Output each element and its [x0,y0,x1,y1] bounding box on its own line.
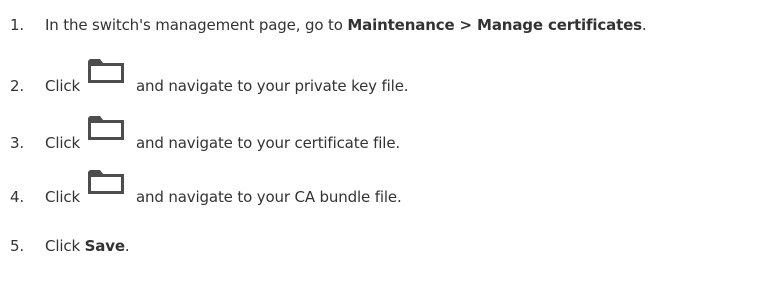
step-4: 4. Click and navigate to your CA bundle … [10,170,402,207]
browse-button[interactable] [86,170,130,202]
step-text-prefix: Click [45,237,85,255]
browse-button[interactable] [86,59,130,91]
step-text-prefix: Click [45,77,80,95]
step-text-suffix: and navigate to your certificate file. [136,134,401,152]
step-text-suffix: and navigate to your CA bundle file. [136,188,402,206]
step-text-suffix: . [124,237,130,255]
step-text: Click and navigate to your private key f… [45,59,409,96]
step-text-suffix: and navigate to your private key file. [136,77,409,95]
step-number: 2. [10,77,25,95]
step-text-suffix: . [641,16,647,34]
step-5: 5. Click Save . [10,236,130,256]
folder-icon [88,59,124,83]
step-3: 3. Click and navigate to your certificat… [10,116,401,153]
step-number: 4. [10,188,25,206]
instruction-steps: 1. In the switch's management page, go t… [0,0,783,300]
step-text: Click and navigate to your certificate f… [45,116,401,153]
step-text-prefix: Click [45,188,80,206]
step-number: 3. [10,134,25,152]
step-text: Click Save . [45,236,130,256]
menu-path: Maintenance > Manage certificates [347,16,642,34]
step-number: 1. [10,16,25,34]
step-text: Click and navigate to your CA bundle fil… [45,170,402,207]
folder-icon [88,170,124,194]
step-text: In the switch's management page, go to M… [45,15,647,35]
step-text-prefix: Click [45,134,80,152]
folder-icon [88,116,124,140]
browse-button[interactable] [86,116,130,148]
step-1: 1. In the switch's management page, go t… [10,15,647,35]
step-text-prefix: In the switch's management page, go to [45,16,348,34]
step-2: 2. Click and navigate to your private ke… [10,59,409,96]
step-number: 5. [10,237,25,255]
save-label: Save [84,237,125,255]
